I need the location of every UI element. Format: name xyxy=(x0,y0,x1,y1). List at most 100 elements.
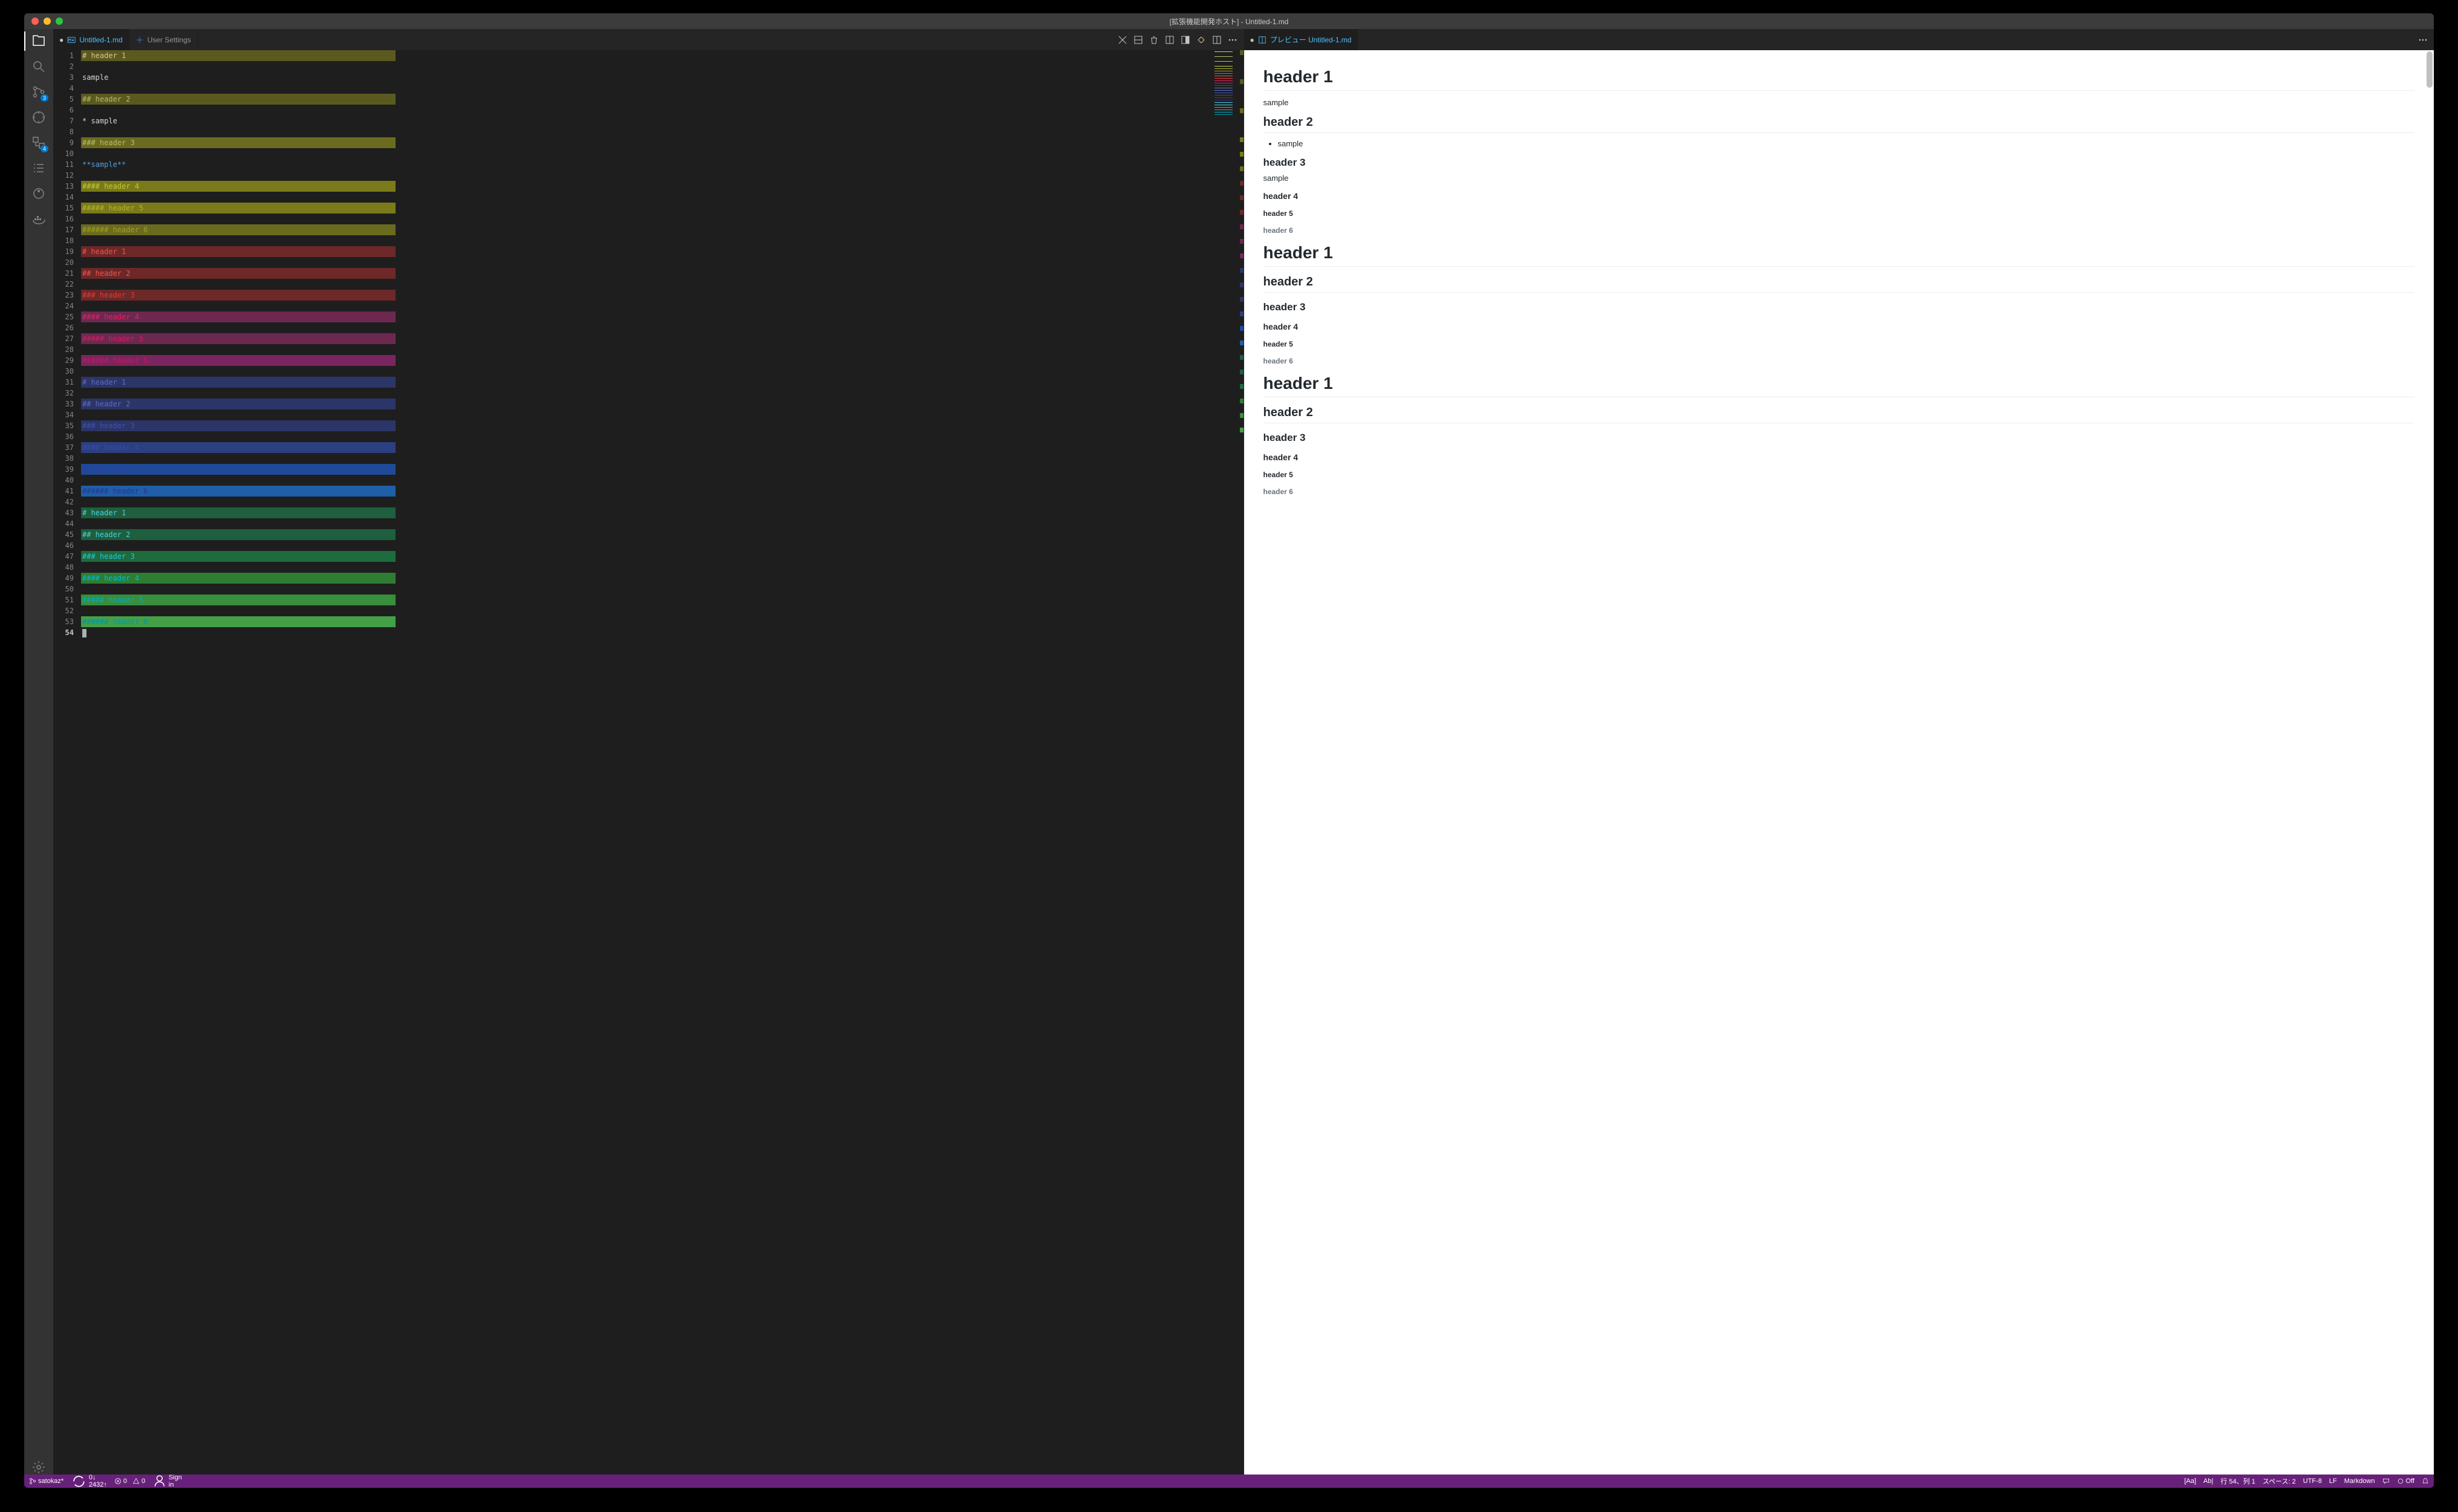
window-minimize-button[interactable] xyxy=(44,18,51,25)
code-line[interactable]: #### header 4 xyxy=(81,311,1212,322)
code-line[interactable]: # header 1 xyxy=(81,377,1212,388)
code-line[interactable]: * sample xyxy=(81,116,1212,126)
code-line[interactable] xyxy=(81,584,1212,595)
code-line[interactable] xyxy=(81,61,1212,72)
code-line[interactable]: **sample** xyxy=(81,159,1212,170)
code-line[interactable] xyxy=(81,301,1212,311)
code-line[interactable]: ### header 3 xyxy=(81,290,1212,301)
code-line[interactable] xyxy=(81,235,1212,246)
code-line[interactable] xyxy=(81,388,1212,399)
window-maximize-button[interactable] xyxy=(56,18,63,25)
code-line[interactable] xyxy=(81,366,1212,377)
overview-ruler[interactable] xyxy=(1240,50,1244,1475)
code-line[interactable]: ### header 3 xyxy=(81,420,1212,431)
more-icon[interactable] xyxy=(1228,35,1237,45)
code-line[interactable]: ##### header 5 xyxy=(81,464,1212,475)
code-line[interactable]: ##### header 5 xyxy=(81,333,1212,344)
code-line[interactable] xyxy=(81,170,1212,181)
code-line[interactable]: # header 1 xyxy=(81,50,1212,61)
code-line[interactable]: ## header 2 xyxy=(81,268,1212,279)
minimap[interactable] xyxy=(1212,50,1240,1475)
code-line[interactable] xyxy=(81,409,1212,420)
open-preview-icon[interactable] xyxy=(1181,35,1190,45)
code-line[interactable] xyxy=(81,627,1212,638)
code-line[interactable]: #### header 4 xyxy=(81,181,1212,192)
code-line[interactable] xyxy=(81,213,1212,224)
status-spaces[interactable]: スペース: 2 xyxy=(2263,1476,2296,1486)
status-screencast[interactable]: Off xyxy=(2397,1478,2414,1485)
status-cursor[interactable]: 行 54、列 1 xyxy=(2220,1476,2255,1486)
code-line[interactable] xyxy=(81,344,1212,355)
code-line[interactable]: ##### header 5 xyxy=(81,595,1212,605)
code-line[interactable]: # header 1 xyxy=(81,246,1212,257)
code-line[interactable]: ## header 2 xyxy=(81,529,1212,540)
settings-gear-icon[interactable] xyxy=(31,1460,46,1475)
code-line[interactable] xyxy=(81,562,1212,573)
code-line[interactable] xyxy=(81,497,1212,507)
more-icon[interactable] xyxy=(2418,35,2428,45)
diff-icon[interactable] xyxy=(1118,35,1127,45)
status-language[interactable]: Markdown xyxy=(2344,1478,2375,1485)
status-case[interactable]: [Aa] xyxy=(2184,1478,2196,1485)
window-close-button[interactable] xyxy=(31,18,39,25)
code-line[interactable] xyxy=(81,105,1212,116)
checklist-icon[interactable] xyxy=(31,161,46,175)
code-line[interactable]: ###### header 6 xyxy=(81,486,1212,497)
code-line[interactable] xyxy=(81,192,1212,203)
markdown-preview[interactable]: header 1sampleheader 2sampleheader 3samp… xyxy=(1244,50,2434,1475)
status-branch[interactable]: satokaz* xyxy=(29,1478,64,1485)
code-line[interactable] xyxy=(81,475,1212,486)
code-line[interactable]: ## header 2 xyxy=(81,94,1212,105)
code-line[interactable] xyxy=(81,540,1212,551)
status-bell-icon[interactable] xyxy=(2422,1478,2429,1485)
preview-icon[interactable] xyxy=(1165,35,1175,45)
tab-preview[interactable]: ● プレビュー Untitled-1.md xyxy=(1244,29,1358,50)
code-line[interactable]: ## header 2 xyxy=(81,399,1212,409)
status-sync[interactable]: 0↓ 2432↑ xyxy=(71,1473,107,1488)
status-eol[interactable]: LF xyxy=(2329,1478,2337,1485)
code-line[interactable] xyxy=(81,518,1212,529)
code-line[interactable] xyxy=(81,605,1212,616)
code-line[interactable]: ###### header 6 xyxy=(81,224,1212,235)
scm-icon[interactable]: 3 xyxy=(31,85,46,99)
debug-icon[interactable] xyxy=(31,110,46,125)
code-line[interactable] xyxy=(81,453,1212,464)
line-number: 31 xyxy=(53,377,74,388)
code-line[interactable]: ###### header 6 xyxy=(81,616,1212,627)
status-word[interactable]: Ab| xyxy=(2203,1478,2213,1485)
code-line[interactable]: # header 1 xyxy=(81,507,1212,518)
code-line[interactable] xyxy=(81,126,1212,137)
search-icon[interactable] xyxy=(31,59,46,74)
code-line[interactable] xyxy=(81,322,1212,333)
code-line[interactable]: ### header 3 xyxy=(81,137,1212,148)
status-encoding[interactable]: UTF-8 xyxy=(2303,1478,2322,1485)
code-line[interactable]: sample xyxy=(81,72,1212,83)
tab-user-settings[interactable]: User Settings xyxy=(129,29,198,50)
text-editor[interactable]: 1234567891011121314151617181920212223242… xyxy=(53,50,1244,1475)
status-feedback-icon[interactable] xyxy=(2382,1478,2390,1485)
code-line[interactable] xyxy=(81,148,1212,159)
code-line[interactable]: #### header 4 xyxy=(81,442,1212,453)
code-line[interactable] xyxy=(81,431,1212,442)
split-right-icon[interactable] xyxy=(1212,35,1222,45)
code-line[interactable] xyxy=(81,279,1212,290)
explorer-icon[interactable] xyxy=(31,34,46,48)
code-line[interactable]: ### header 3 xyxy=(81,551,1212,562)
extensions-icon[interactable] xyxy=(31,186,46,201)
status-problems[interactable]: 0 0 xyxy=(114,1478,145,1485)
status-signin[interactable]: Sign in xyxy=(152,1474,182,1488)
run-cell-icon[interactable] xyxy=(1196,35,1206,45)
tab-untitled[interactable]: ● Untitled-1.md xyxy=(53,29,129,50)
split-down-icon[interactable] xyxy=(1133,35,1143,45)
code-line[interactable]: ###### header 6 xyxy=(81,355,1212,366)
docker-icon[interactable] xyxy=(31,212,46,226)
trash-icon[interactable] xyxy=(1149,35,1159,45)
preview-scrollbar[interactable] xyxy=(2427,51,2433,88)
run-icon[interactable]: 4 xyxy=(31,135,46,150)
code-line[interactable] xyxy=(81,257,1212,268)
preview-h3: header 3 xyxy=(1263,301,2415,313)
code-line[interactable] xyxy=(81,83,1212,94)
code-line[interactable]: ##### header 5 xyxy=(81,203,1212,213)
code-line[interactable]: #### header 4 xyxy=(81,573,1212,584)
titlebar: [拡張機能開発ホスト] - Untitled-1.md xyxy=(24,13,2434,29)
